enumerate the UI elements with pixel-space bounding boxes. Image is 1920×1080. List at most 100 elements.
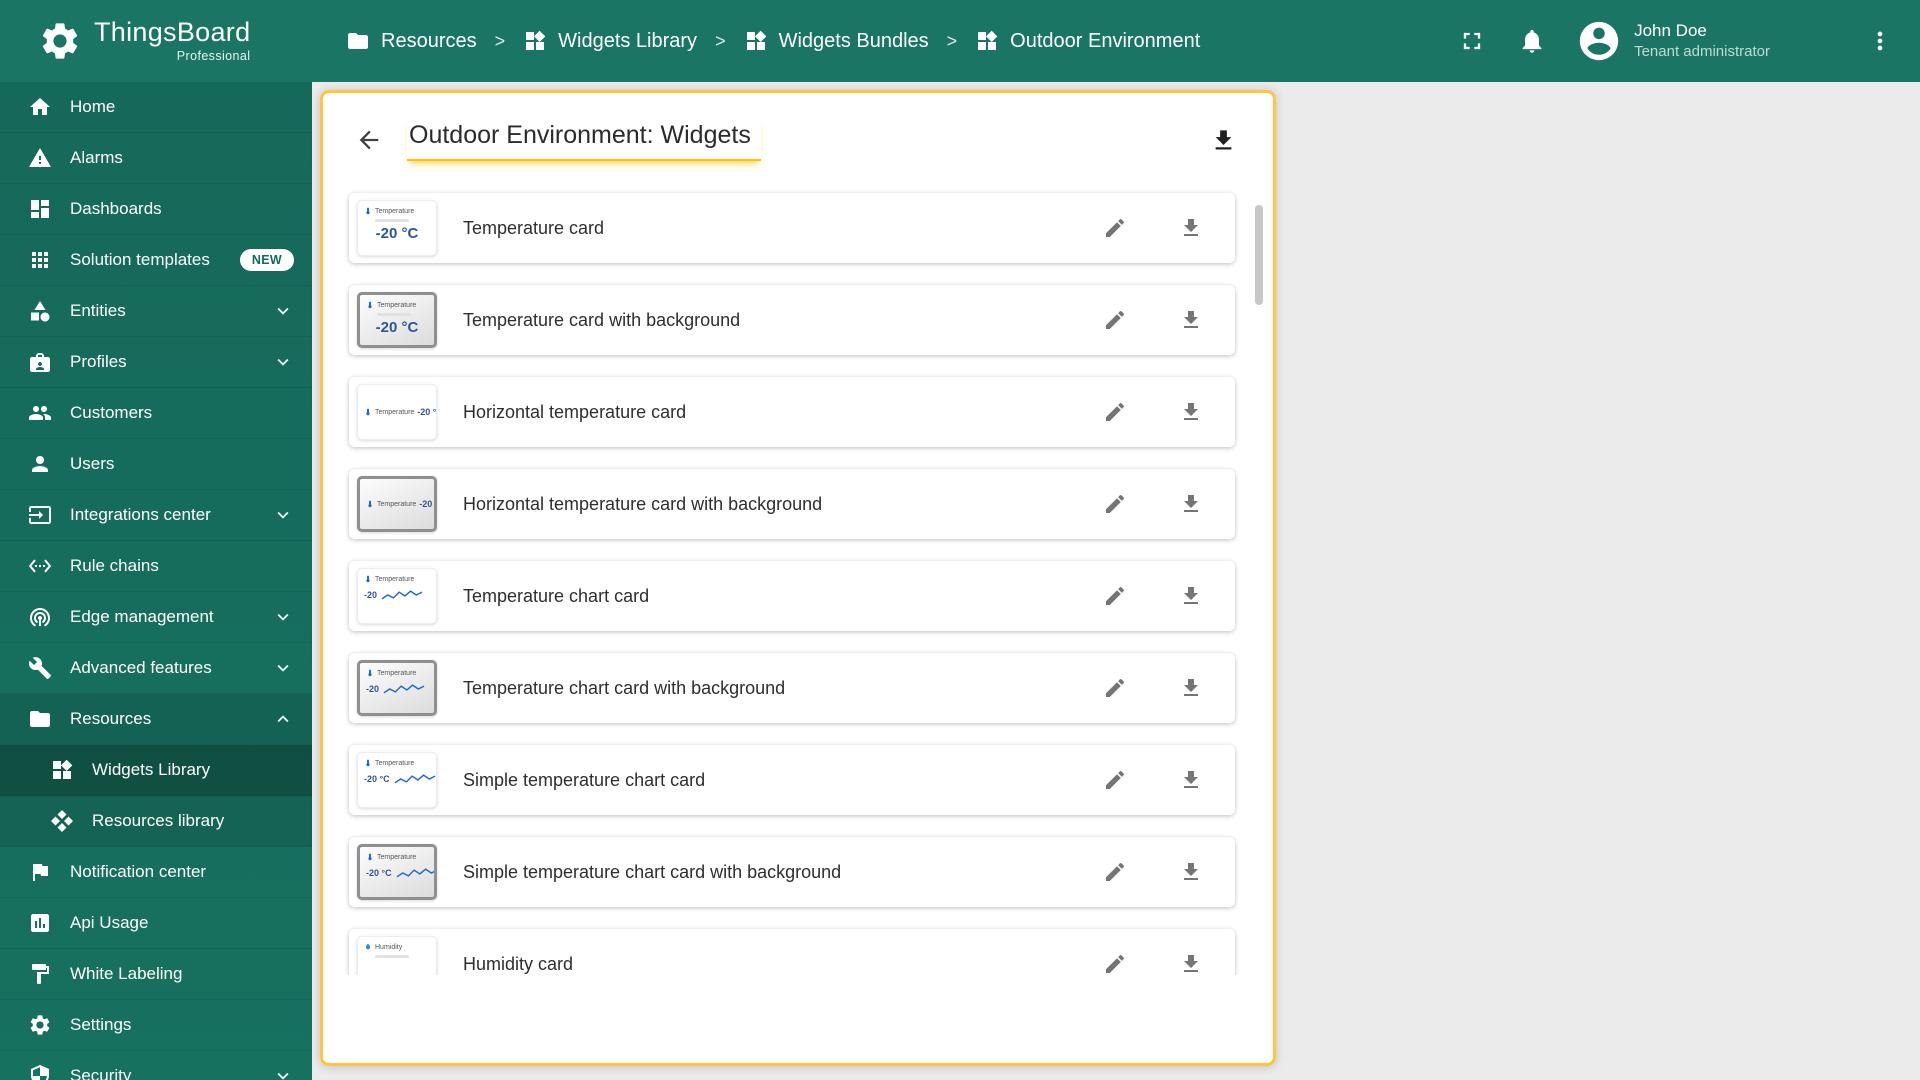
- thermometer-icon: [366, 668, 374, 678]
- more-menu-button[interactable]: [1866, 27, 1894, 55]
- edit-widget-button[interactable]: [1103, 952, 1127, 975]
- thermometer-icon: [364, 407, 372, 417]
- thermometer-icon: [366, 852, 374, 862]
- sidebar-item-resources[interactable]: Resources: [0, 694, 312, 745]
- widget-row-humidity-card[interactable]: Humidity Humidity card: [349, 929, 1235, 975]
- edit-widget-button[interactable]: [1103, 860, 1127, 884]
- download-widget-button[interactable]: [1179, 308, 1203, 332]
- download-widget-button[interactable]: [1179, 860, 1203, 884]
- brand-logo[interactable]: ThingsBoard Professional: [0, 19, 312, 63]
- sidebar-item-integrations-center[interactable]: Integrations center: [0, 490, 312, 541]
- sidebar-item-security[interactable]: Security: [0, 1051, 312, 1080]
- download-widget-button[interactable]: [1179, 584, 1203, 608]
- download-widget-button[interactable]: [1179, 768, 1203, 792]
- sidebar-item-profiles[interactable]: Profiles: [0, 337, 312, 388]
- download-widget-button[interactable]: [1179, 400, 1203, 424]
- mini-sparkline: [383, 681, 425, 697]
- edit-widget-button[interactable]: [1103, 308, 1127, 332]
- sidebar-item-dashboards[interactable]: Dashboards: [0, 184, 312, 235]
- widget-name: Temperature card: [463, 217, 605, 238]
- widget-name: Simple temperature chart card with backg…: [463, 861, 842, 882]
- breadcrumb-item-widgets-bundles[interactable]: Widgets Bundles: [744, 29, 929, 53]
- sidebar-item-label: Users: [70, 454, 115, 473]
- sidebar-item-advanced-features[interactable]: Advanced features: [0, 643, 312, 694]
- widgets-icon: [50, 758, 74, 782]
- sidebar-item-edge-management[interactable]: Edge management: [0, 592, 312, 643]
- paint-icon: [28, 962, 52, 986]
- download-widget-button[interactable]: [1179, 216, 1203, 240]
- thumb-value: -20 °C: [375, 225, 419, 242]
- breadcrumb-label: Outdoor Environment: [1010, 29, 1201, 52]
- widget-row-actions: [1103, 768, 1203, 792]
- input-icon: [28, 503, 52, 527]
- widgets-icon: [523, 29, 547, 53]
- sidebar-item-label: Integrations center: [70, 505, 211, 524]
- sidebar-item-solution-templates[interactable]: Solution templates NEW: [0, 235, 312, 286]
- thumb-label: Temperature: [375, 408, 415, 416]
- breadcrumb-item-widgets-library[interactable]: Widgets Library: [523, 29, 697, 53]
- breadcrumb-separator: >: [494, 30, 506, 51]
- sidebar-item-users[interactable]: Users: [0, 439, 312, 490]
- widget-row-simple-temperature-chart-card[interactable]: Temperature -20 °C Simple temperature char…: [349, 745, 1235, 815]
- widget-row-actions: [1103, 400, 1203, 424]
- widget-row-actions: [1103, 216, 1203, 240]
- sidebar-item-api-usage[interactable]: Api Usage: [0, 898, 312, 949]
- sidebar-item-rule-chains[interactable]: Rule chains: [0, 541, 312, 592]
- fullscreen-button[interactable]: [1458, 27, 1486, 55]
- widget-thumbnail: Temperature-20 °C: [357, 476, 437, 532]
- sidebar-item-home[interactable]: Home: [0, 82, 312, 133]
- widget-row-temperature-card-with-background[interactable]: Temperature -20 °C Temperature card with b…: [349, 285, 1235, 355]
- edit-widget-button[interactable]: [1103, 768, 1127, 792]
- edit-widget-button[interactable]: [1103, 584, 1127, 608]
- settings-icon: [28, 1013, 52, 1037]
- main-content: Outdoor Environment: Widgets Temperature…: [312, 82, 1920, 1080]
- thumb-value: -20 °C: [364, 774, 390, 784]
- sidebar-item-widgets-library[interactable]: Widgets Library: [0, 745, 312, 796]
- thermometer-icon: [366, 499, 374, 509]
- thumb-subtext-line: [375, 219, 409, 222]
- widget-thumbnail: Temperature -20: [357, 660, 437, 716]
- widget-row-horizontal-temperature-card-with-background[interactable]: Temperature-20 °C Horizontal temperature …: [349, 469, 1235, 539]
- notifications-bell-button[interactable]: [1518, 27, 1546, 55]
- thumb-label: Temperature: [375, 759, 415, 767]
- widget-row-temperature-card[interactable]: Temperature -20 °C Temperature card: [349, 193, 1235, 263]
- sidebar-item-notification-center[interactable]: Notification center: [0, 847, 312, 898]
- download-bundle-button[interactable]: [1210, 127, 1237, 154]
- sidebar-item-white-labeling[interactable]: White Labeling: [0, 949, 312, 1000]
- edit-widget-button[interactable]: [1103, 400, 1127, 424]
- widget-name: Horizontal temperature card: [463, 401, 687, 422]
- user-avatar[interactable]: [1576, 18, 1622, 64]
- download-widget-button[interactable]: [1179, 676, 1203, 700]
- edit-widget-button[interactable]: [1103, 676, 1127, 700]
- widget-row-temperature-chart-card-with-background[interactable]: Temperature -20 Temperature chart card wit…: [349, 653, 1235, 723]
- sidebar-item-label: Rule chains: [70, 556, 159, 575]
- widget-row-temperature-chart-card[interactable]: Temperature -20 Temperature chart card: [349, 561, 1235, 631]
- brand-edition: Professional: [176, 49, 251, 63]
- dashboard-icon: [28, 197, 52, 221]
- edit-widget-button[interactable]: [1103, 216, 1127, 240]
- widget-row-simple-temperature-chart-card-with-background[interactable]: Temperature -20 °C Simple temperature char…: [349, 837, 1235, 907]
- back-button[interactable]: [355, 126, 383, 154]
- sidebar-item-resources-library[interactable]: Resources library: [0, 796, 312, 847]
- edit-widget-button[interactable]: [1103, 492, 1127, 516]
- breadcrumb-item-resources[interactable]: Resources: [346, 29, 477, 53]
- sidebar-item-entities[interactable]: Entities: [0, 286, 312, 337]
- folder-icon: [346, 29, 370, 53]
- sidebar-item-alarms[interactable]: Alarms: [0, 133, 312, 184]
- thingsboard-logo-icon: [38, 19, 82, 63]
- sidebar-item-label: Profiles: [70, 352, 127, 371]
- chevron-down-icon: [272, 606, 294, 628]
- download-widget-button[interactable]: [1179, 492, 1203, 516]
- widget-row-actions: [1103, 952, 1203, 975]
- widget-row-horizontal-temperature-card[interactable]: Temperature-20 °C Horizontal temperature …: [349, 377, 1235, 447]
- sidebar-item-settings[interactable]: Settings: [0, 1000, 312, 1051]
- breadcrumb-label: Widgets Bundles: [778, 29, 929, 52]
- list-scrollbar[interactable]: [1255, 205, 1263, 305]
- chevron-down-icon: [272, 300, 294, 322]
- download-widget-button[interactable]: [1179, 952, 1203, 975]
- sidebar-item-label: Customers: [70, 403, 153, 422]
- person-icon: [28, 452, 52, 476]
- sidebar-item-label: Dashboards: [70, 199, 162, 218]
- thumb-subtext-line: [377, 313, 411, 316]
- sidebar-item-customers[interactable]: Customers: [0, 388, 312, 439]
